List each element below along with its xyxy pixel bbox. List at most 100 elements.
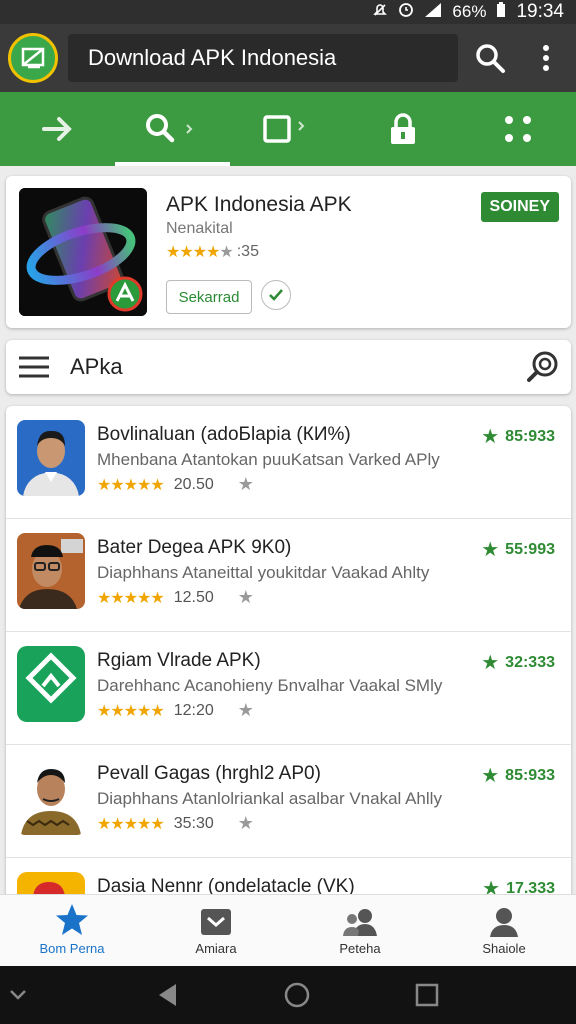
app-price: ★ 85:933 (481, 763, 555, 788)
users-icon (343, 909, 377, 936)
rating-stars: ★★★★★ (97, 589, 165, 607)
rating-stars: ★★★★★ (97, 702, 165, 720)
battery-icon (496, 2, 506, 22)
status-bar: 66% 19:34 (0, 0, 576, 24)
list-item[interactable]: Pevall Gagas (hrghl2 AP0) Diaphhans Atan… (6, 745, 571, 858)
menu-button[interactable] (6, 340, 62, 394)
star-icon: ★ (481, 765, 500, 787)
favorite-star-icon[interactable]: ★ (238, 813, 254, 834)
rating-value: 12.50 (173, 588, 214, 606)
person-icon (490, 908, 518, 937)
app-avatar (17, 533, 85, 609)
app-title: Bater Degea APK 9K0) (97, 537, 292, 558)
inbox-icon (201, 909, 231, 935)
notification-off-icon (372, 2, 388, 22)
rating-stars: ★★★★★ (97, 815, 165, 833)
home-circle-icon (284, 982, 310, 1008)
favorite-star-icon[interactable]: ★ (238, 474, 254, 495)
app-rating: ★★★★★ 35:30 ★ (97, 813, 254, 834)
category-search-button[interactable] (515, 340, 571, 394)
app-logo-icon (8, 33, 58, 83)
app-avatar (17, 646, 85, 722)
app-rating: ★★★★★ 12:20 ★ (97, 700, 254, 721)
featured-app-name: APK Indonesia APK (166, 193, 352, 216)
star-icon: ★ (481, 426, 500, 448)
nav-item-inbox[interactable]: Amiara (144, 895, 288, 966)
recents-button[interactable] (402, 983, 452, 1007)
app-title: Bovlinaluan (adoБlapia (КИ%) (97, 424, 351, 445)
star-icon: ★ (481, 652, 500, 674)
download-button[interactable]: Sekarrad (166, 280, 252, 314)
verified-check-button[interactable] (261, 280, 291, 310)
featured-badge: SOINEY (480, 192, 559, 222)
app-description: Darehhanc Acanohieny Бnvalhar Vaakal SMl… (97, 676, 443, 695)
nav-label: Shaiole (482, 941, 526, 956)
rating-count: :35 (236, 243, 259, 260)
nav-item-profile[interactable]: Shaiole (432, 895, 576, 966)
list-item[interactable]: Bovlinaluan (adoБlapia (КИ%) Mhenbana At… (6, 406, 571, 519)
nav-label: Amiara (195, 941, 237, 956)
app-bar: Download APK Indonesia (0, 24, 576, 92)
app-price: ★ 55:993 (481, 537, 555, 562)
app-rating: ★★★★★ 20.50 ★ (97, 474, 254, 495)
hide-keyboard-button[interactable] (0, 989, 36, 1001)
star-icon (56, 904, 88, 935)
nav-item-home[interactable]: Bom Perna (0, 895, 144, 966)
featured-app-card[interactable]: APK Indonesia APK Nenakital ★★★★★ :35 Se… (6, 176, 571, 328)
app-title: Rgiam Vlrade APK) (97, 650, 261, 671)
featured-app-subtitle: Nenakital (166, 220, 233, 237)
page-title: Download APK Indonesia (68, 34, 458, 82)
rating-value: 35:30 (173, 814, 214, 832)
featured-app-icon (19, 188, 147, 316)
tab-forward[interactable] (0, 92, 115, 166)
arrow-forward-icon (41, 117, 72, 141)
lock-icon (391, 113, 416, 144)
tab-window[interactable] (230, 92, 345, 166)
back-icon (159, 984, 176, 1006)
hamburger-icon (19, 356, 49, 378)
rating-value: 12:20 (173, 701, 214, 719)
tab-lock[interactable] (346, 92, 461, 166)
more-button[interactable] (518, 30, 574, 86)
favorite-star-icon[interactable]: ★ (238, 700, 254, 721)
price-value: 32:333 (505, 653, 555, 671)
tab-search[interactable] (115, 92, 231, 166)
price-value: 55:993 (505, 540, 555, 558)
featured-app-rating: ★★★★★ :35 (166, 242, 259, 262)
list-item[interactable]: Bater Degea APK 9K0) Diaphhans Ataneitta… (6, 519, 571, 632)
search-button[interactable] (462, 30, 518, 86)
back-button[interactable] (142, 982, 192, 1008)
rating-stars: ★★★★★ (97, 476, 165, 494)
app-description: Mhenbana Atantokan puuKatsan Varked APly (97, 450, 440, 469)
search-icon (145, 114, 193, 143)
more-vert-icon (543, 45, 549, 71)
app-list: Bovlinaluan (adoБlapia (КИ%) Mhenbana At… (6, 406, 571, 906)
app-title: Pevall Gagas (hrghl2 AP0) (97, 763, 321, 784)
chevron-down-icon (10, 990, 26, 1000)
tab-bar (0, 92, 576, 166)
nav-label: Bom Perna (39, 941, 105, 956)
battery-text: 66% (452, 2, 487, 21)
check-icon (269, 289, 283, 301)
bottom-navigation: Bom Perna Amiara Peteha Shaiole (0, 894, 576, 966)
app-price: ★ 32:333 (481, 650, 555, 675)
price-value: 85:933 (505, 766, 555, 784)
home-button[interactable] (272, 981, 322, 1009)
nav-item-people[interactable]: Peteha (288, 895, 432, 966)
rating-value: 20.50 (173, 475, 214, 493)
nav-label: Peteha (339, 941, 381, 956)
signal-icon (424, 2, 442, 22)
favorite-star-icon[interactable]: ★ (238, 587, 254, 608)
list-item[interactable]: Rgiam Vlrade APK) Darehhanc Acanohieny Б… (6, 632, 571, 745)
rating-stars: ★★★★★ (166, 244, 234, 261)
tab-apps[interactable] (461, 92, 576, 166)
app-avatar (17, 759, 85, 835)
app-description: Diaphhans Atanlolriankal asalbar Vnakal … (97, 789, 442, 808)
recents-square-icon (415, 983, 439, 1007)
square-icon (263, 115, 305, 143)
app-description: Diaphhans Ataneittal youkitdar Vaakad Ah… (97, 563, 430, 582)
search-icon (527, 351, 558, 382)
app-price: ★ 85:933 (481, 424, 555, 449)
price-value: 85:933 (505, 427, 555, 445)
app-avatar (17, 420, 85, 496)
